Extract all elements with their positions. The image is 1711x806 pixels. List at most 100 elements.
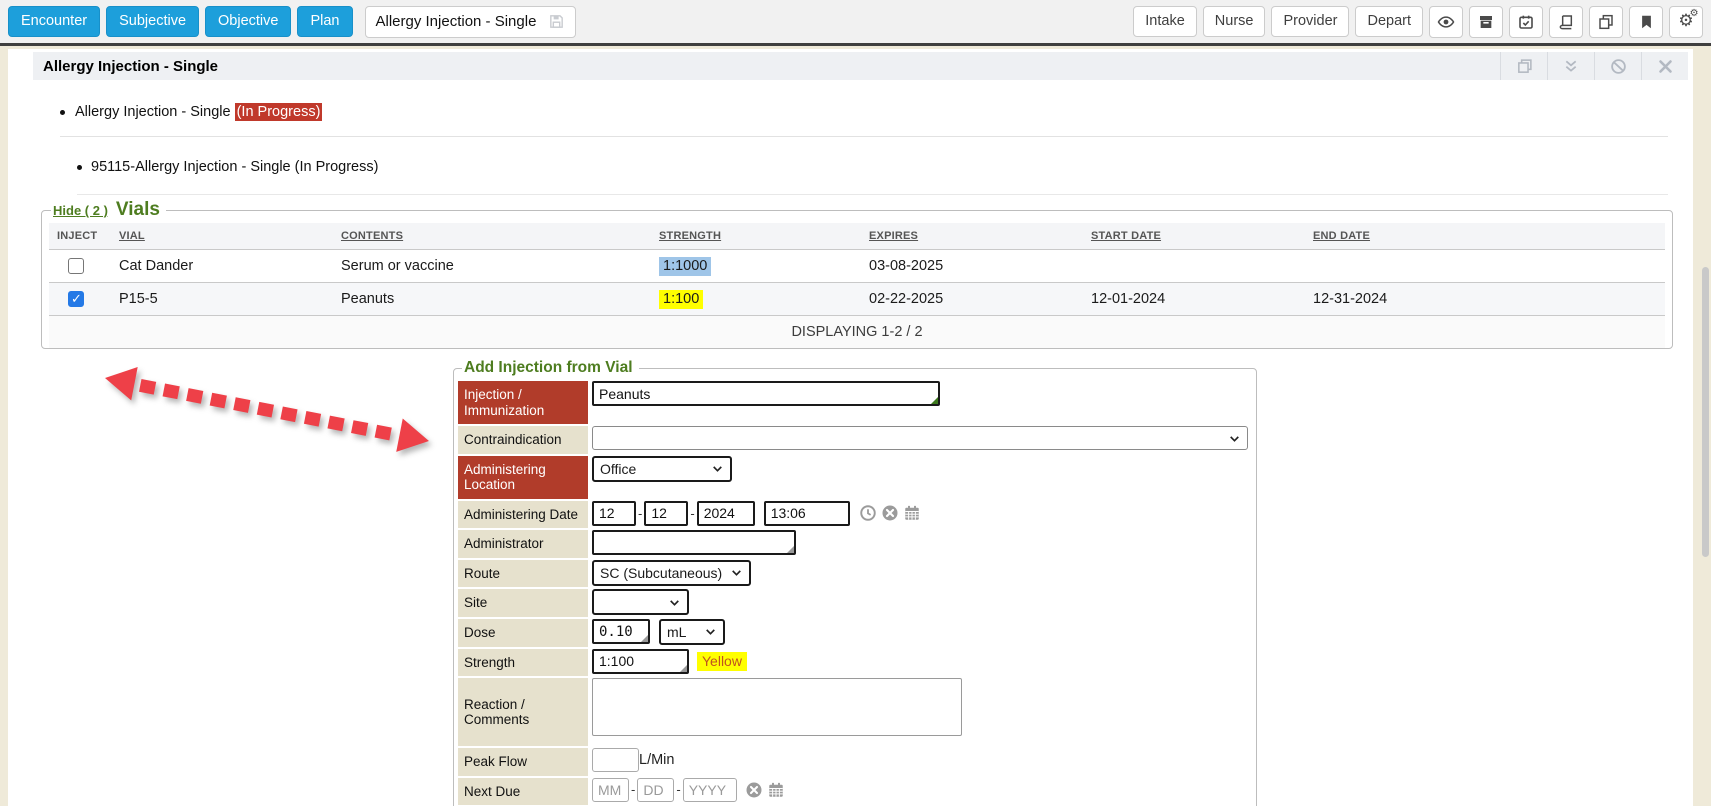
column-inject: INJECT — [49, 223, 111, 250]
calendar-icon[interactable] — [903, 504, 921, 522]
column-start-date[interactable]: START DATE — [1083, 223, 1305, 250]
location-value: Office — [600, 461, 636, 477]
dose-row: Dose mL — [458, 619, 1248, 647]
injection-row: Injection / Immunization — [458, 381, 1248, 424]
table-row: Cat Dander Serum or vaccine 1:1000 03-08… — [49, 250, 1665, 283]
strength-color-note: Yellow — [697, 652, 747, 671]
close-icon[interactable] — [1641, 52, 1688, 80]
reaction-comments-textarea[interactable] — [592, 678, 962, 736]
site-label: Site — [458, 589, 588, 617]
column-expires[interactable]: EXPIRES — [861, 223, 1083, 250]
column-strength[interactable]: STRENGTH — [651, 223, 861, 250]
route-row: Route SC (Subcutaneous) — [458, 560, 1248, 588]
arrowhead-left — [102, 361, 138, 400]
contents-cell: Peanuts — [333, 283, 651, 316]
active-note-button[interactable]: Allergy Injection - Single — [365, 6, 577, 38]
next-due-label: Next Due — [458, 778, 588, 806]
clear-date-icon[interactable] — [745, 781, 763, 799]
scrollbar-thumb[interactable] — [1702, 267, 1709, 557]
settings-gears-icon[interactable]: ⚙⚙ — [1669, 6, 1703, 38]
column-end-date[interactable]: END DATE — [1305, 223, 1665, 250]
next-due-year-input[interactable] — [683, 778, 737, 802]
admin-date-month-input[interactable] — [592, 501, 636, 526]
page-title: Allergy Injection - Single — [33, 58, 218, 75]
top-toolbar: Encounter Subjective Objective Plan Alle… — [0, 0, 1711, 46]
hide-vials-link[interactable]: Hide ( 2 ) — [53, 203, 108, 218]
date-separator: - — [631, 782, 635, 797]
calendar-icon[interactable] — [767, 781, 785, 799]
toolbar-nav-group: Encounter Subjective Objective Plan Alle… — [8, 6, 576, 38]
cancel-circle-icon[interactable] — [1594, 52, 1641, 80]
chevron-down-icon — [668, 596, 681, 609]
route-label: Route — [458, 560, 588, 588]
objective-button[interactable]: Objective — [205, 6, 291, 37]
plan-button[interactable]: Plan — [297, 6, 352, 37]
admin-date-year-input[interactable] — [697, 501, 755, 526]
dose-unit-select[interactable]: mL — [659, 619, 725, 645]
calendar-check-icon[interactable] — [1509, 6, 1543, 38]
bullet-dot — [60, 110, 65, 115]
administrator-row: Administrator — [458, 530, 1248, 558]
collapse-double-chevron-icon[interactable] — [1547, 52, 1594, 80]
contraindication-select[interactable] — [592, 426, 1248, 450]
intake-button[interactable]: Intake — [1133, 6, 1197, 37]
site-select[interactable] — [592, 589, 689, 615]
next-due-row: Next Due - - — [458, 778, 1248, 806]
admin-time-input[interactable] — [764, 501, 850, 526]
vials-legend: Hide ( 2 ) Vials — [51, 199, 166, 221]
table-row: P15-5 Peanuts 1:100 02-22-2025 12-01-202… — [49, 283, 1665, 316]
administrator-input[interactable] — [592, 530, 796, 555]
subjective-button[interactable]: Subjective — [106, 6, 199, 37]
chevron-down-icon — [711, 462, 724, 475]
chevron-down-icon — [704, 625, 717, 638]
annotation-arrow — [105, 355, 505, 465]
date-separator: - — [690, 506, 694, 521]
route-select[interactable]: SC (Subcutaneous) — [592, 560, 751, 586]
start-date-cell: 12-01-2024 — [1083, 283, 1305, 316]
app-screen: Encounter Subjective Objective Plan Alle… — [0, 0, 1711, 806]
reaction-label: Reaction / Comments — [458, 678, 588, 746]
clear-date-icon[interactable] — [881, 504, 899, 522]
peak-flow-input[interactable] — [592, 748, 639, 772]
nurse-button[interactable]: Nurse — [1203, 6, 1266, 37]
archive-box-icon[interactable] — [1469, 6, 1503, 38]
contraindication-label: Contraindication — [458, 426, 588, 454]
arrowhead-right — [396, 419, 432, 458]
location-row: Administering Location Office — [458, 456, 1248, 499]
bookmark-icon[interactable] — [1629, 6, 1663, 38]
eye-icon[interactable] — [1429, 6, 1463, 38]
depart-button[interactable]: Depart — [1355, 6, 1423, 37]
chevron-down-icon — [1228, 432, 1241, 445]
next-due-month-input[interactable] — [592, 778, 629, 802]
next-due-day-input[interactable] — [637, 778, 674, 802]
copy-pages-icon[interactable] — [1589, 6, 1623, 38]
date-separator: - — [676, 782, 680, 797]
provider-button[interactable]: Provider — [1271, 6, 1349, 37]
peak-flow-row: Peak Flow L/Min — [458, 748, 1248, 776]
inject-checkbox[interactable] — [68, 258, 84, 274]
administering-location-select[interactable]: Office — [592, 456, 732, 482]
note-status-list: Allergy Injection - Single (In Progress)… — [8, 104, 1693, 195]
reaction-row: Reaction / Comments — [458, 678, 1248, 746]
scrollbar-track[interactable] — [1693, 49, 1711, 806]
note-status-text: Allergy Injection - Single — [75, 104, 231, 120]
location-label: Administering Location — [458, 456, 588, 499]
contents-cell: Serum or vaccine — [333, 250, 651, 283]
vials-header-row: INJECT VIAL CONTENTS STRENGTH EXPIRES ST… — [49, 223, 1665, 250]
panel-header-actions — [1500, 52, 1688, 80]
dose-label: Dose — [458, 619, 588, 647]
encounter-button[interactable]: Encounter — [8, 6, 100, 37]
inject-checkbox[interactable] — [68, 291, 84, 307]
panel-book-icon[interactable] — [1500, 52, 1547, 80]
column-vial[interactable]: VIAL — [111, 223, 333, 250]
strength-highlight: 1:100 — [659, 290, 703, 309]
clock-icon[interactable] — [859, 504, 877, 522]
strength-input[interactable] — [592, 649, 689, 674]
column-contents[interactable]: CONTENTS — [333, 223, 651, 250]
peak-flow-label: Peak Flow — [458, 748, 588, 776]
dose-input[interactable] — [592, 619, 650, 644]
admin-date-day-input[interactable] — [644, 501, 688, 526]
note-status-item: Allergy Injection - Single (In Progress) — [60, 104, 1668, 137]
injection-input[interactable] — [592, 381, 940, 406]
book-icon[interactable] — [1549, 6, 1583, 38]
